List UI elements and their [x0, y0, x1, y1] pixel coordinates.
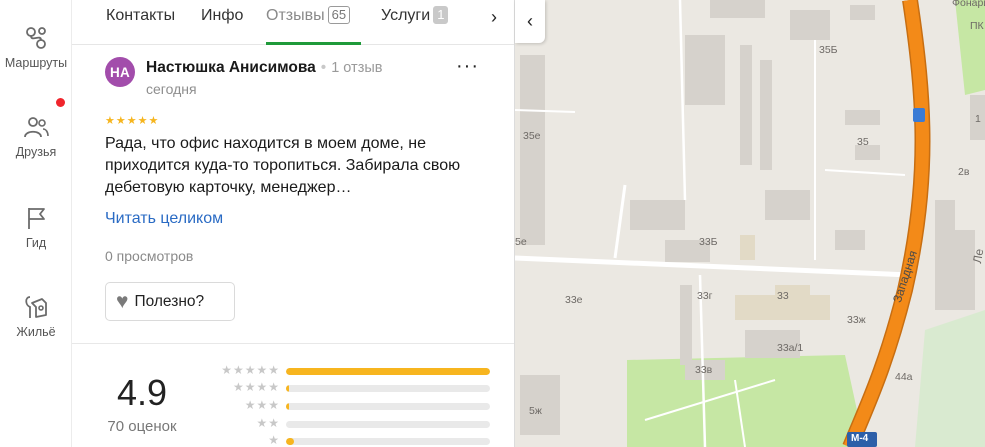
map-label: 5е — [515, 236, 527, 248]
nav-item-routes[interactable]: Маршруты — [0, 24, 72, 70]
map-label: 2в — [958, 166, 970, 178]
notification-dot — [56, 98, 65, 107]
map-view[interactable]: Фонари ПК 35Б 35е 35 1 2в 5е 33Б 33г 33 … — [515, 0, 985, 447]
collapse-panel-button[interactable]: ‹ — [515, 0, 545, 43]
map-label: 33е — [565, 294, 583, 306]
map-canvas[interactable] — [515, 0, 985, 447]
tab-contacts-label: Контакты — [106, 7, 176, 24]
nav-label-friends: Друзья — [15, 145, 57, 159]
read-more-link[interactable]: Читать целиком — [105, 210, 223, 228]
tab-info-label: Инфо — [201, 7, 244, 24]
park-area — [627, 355, 865, 447]
review-stars: ★★★★★ — [105, 115, 160, 127]
map-label: 33г — [697, 290, 713, 302]
map-label: 44а — [895, 371, 913, 383]
map-label: 33 — [777, 290, 789, 302]
map-label: 35Б — [819, 44, 838, 56]
tab-reviews-count: 65 — [327, 6, 351, 24]
map-label-street: Ле — [970, 247, 985, 265]
tab-reviews-label: Отзывы — [266, 7, 325, 24]
rating-bar-4[interactable]: ★★★★ — [204, 380, 494, 395]
more-options-icon[interactable]: ··· — [456, 56, 479, 76]
review-author-name[interactable]: Настюшка Анисимова — [146, 59, 316, 76]
review-views: 0 просмотров — [105, 248, 194, 264]
rating-summary: 4.9 70 оценок ★★★★★ ★★★★ ★★★ ★★ ★ — [72, 344, 514, 447]
rating-bar-track — [286, 438, 490, 445]
map-label: ПК — [970, 20, 984, 32]
rating-bar-track — [286, 368, 490, 375]
review-author-count: 1 отзыв — [331, 60, 383, 76]
rating-bar-fill — [286, 403, 290, 410]
rating-bar-fill — [286, 368, 490, 375]
author-separator: • — [320, 59, 327, 76]
rating-bar-stars: ★★★★★ — [221, 363, 280, 377]
tab-bar: Контакты Инфо Отзывы 65 Услуги 1 › — [72, 0, 514, 45]
map-label: 33а/1 — [777, 342, 804, 354]
map-label: 5ж — [529, 405, 542, 417]
rating-bar-stars: ★★★★ — [232, 380, 280, 394]
tab-services-count: 1 — [433, 6, 449, 24]
flag-icon — [28, 208, 45, 229]
rating-bar-3[interactable]: ★★★ — [204, 398, 494, 413]
review-date: сегодня — [146, 81, 197, 97]
tab-services-label: Услуги — [381, 7, 431, 24]
map-label: 33в — [695, 364, 713, 376]
average-rating: 4.9 — [116, 372, 168, 413]
review-text: Рада, что офис находится в моем доме, не… — [105, 135, 461, 196]
useful-button[interactable]: ♥ Полезно? — [105, 282, 235, 321]
chevron-left-icon: ‹ — [527, 11, 533, 31]
rating-bar-fill — [286, 385, 290, 392]
rating-bar-2[interactable]: ★★ — [204, 416, 494, 431]
rating-bar-1[interactable]: ★ — [204, 433, 494, 447]
rating-bar-fill — [286, 438, 295, 445]
bus-stop-icon[interactable] — [913, 108, 925, 122]
nav-label-routes: Маршруты — [4, 56, 68, 70]
map-label: 35 — [857, 136, 869, 148]
map-label: 33Б — [699, 236, 718, 248]
tab-services[interactable]: Услуги 1 — [381, 6, 449, 25]
rating-bar-stars: ★ — [268, 433, 280, 447]
nav-label-guide: Гид — [25, 236, 47, 250]
map-label: 1 — [975, 113, 981, 125]
friends-icon — [24, 117, 49, 138]
rating-bar-track — [286, 421, 490, 428]
rating-bar-stars: ★★★ — [244, 398, 280, 412]
nav-item-housing[interactable]: Жильё — [0, 293, 72, 339]
rating-bar-stars: ★★ — [256, 416, 280, 430]
park-area — [915, 310, 985, 447]
heart-icon: ♥ — [116, 290, 129, 313]
highway-shield-label: М-4 — [851, 433, 869, 444]
tabs-next-chevron-icon[interactable]: › — [491, 7, 497, 28]
active-tab-indicator — [266, 42, 361, 45]
map-label: 33ж — [847, 314, 866, 326]
tab-info[interactable]: Инфо — [201, 7, 243, 25]
map-label: Фонари — [952, 0, 985, 9]
map-label: 35е — [523, 130, 541, 142]
review-author-line: Настюшка Анисимова • 1 отзыв — [146, 59, 382, 77]
tab-contacts[interactable]: Контакты — [106, 7, 175, 25]
nav-item-friends[interactable]: Друзья — [0, 113, 72, 159]
nav-label-housing: Жильё — [16, 325, 56, 339]
left-nav-rail: Маршруты Друзья Гид Жильё — [0, 0, 72, 447]
organization-panel: Контакты Инфо Отзывы 65 Услуги 1 › НА Наст… — [72, 0, 515, 447]
avatar[interactable]: НА — [105, 57, 135, 87]
tab-reviews[interactable]: Отзывы 65 — [266, 6, 351, 25]
housing-icon — [25, 296, 47, 318]
rating-count: 70 оценок — [107, 418, 177, 435]
rating-bar-track — [286, 403, 490, 410]
rating-bar-5[interactable]: ★★★★★ — [204, 363, 494, 378]
rating-bar-track — [286, 385, 490, 392]
routes-icon — [26, 27, 46, 49]
nav-item-guide[interactable]: Гид — [0, 204, 72, 250]
useful-label: Полезно? — [134, 292, 205, 310]
